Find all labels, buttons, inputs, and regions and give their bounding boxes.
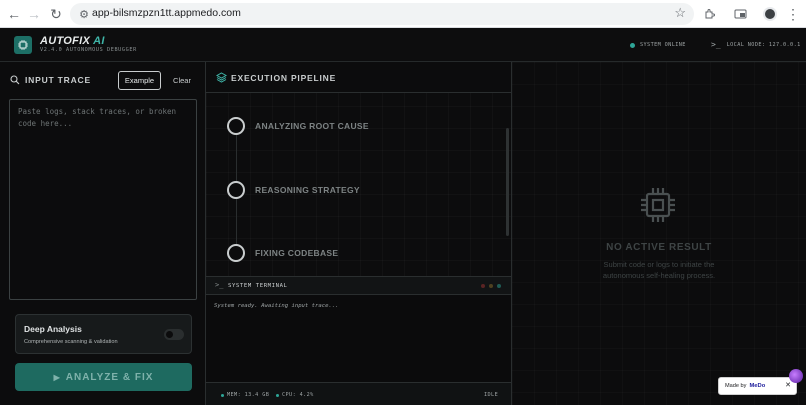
step-circle-icon bbox=[227, 244, 245, 262]
deep-analysis-title: Deep Analysis bbox=[24, 324, 82, 334]
step-label: ANALYZING ROOT CAUSE bbox=[255, 121, 369, 131]
forward-arrow-icon[interactable]: → bbox=[24, 4, 44, 24]
no-result-title: NO ACTIVE RESULT bbox=[606, 242, 712, 253]
terminal-header: >_ SYSTEM TERMINAL bbox=[206, 276, 511, 295]
terminal-dot-green bbox=[497, 284, 501, 288]
step-circle-icon bbox=[227, 117, 245, 135]
terminal-title: SYSTEM TERMINAL bbox=[228, 283, 288, 289]
bookmark-star-icon[interactable]: ☆ bbox=[674, 5, 686, 21]
pipeline-title: EXECUTION PIPELINE bbox=[231, 73, 337, 83]
mem-stat: MEM: 13.4 GB bbox=[221, 392, 269, 398]
no-result-subtitle: Submit code or logs to initiate the auto… bbox=[602, 260, 716, 280]
status-dot bbox=[630, 42, 635, 48]
idle-status: IDLE bbox=[484, 392, 499, 398]
medo-logo: MeDo bbox=[749, 383, 766, 389]
mem-text: MEM: 13.4 GB bbox=[227, 392, 270, 398]
url-text[interactable]: app-bilsmzpzn1tt.appmedo.com bbox=[92, 7, 241, 19]
analyze-fix-button[interactable]: ▶ ANALYZE & FIX bbox=[15, 363, 192, 391]
made-by-badge[interactable]: Made by MeDo ✕ bbox=[718, 377, 797, 395]
input-panel: INPUT TRACE Example Clear Deep Analysis … bbox=[0, 62, 206, 405]
terminal-prompt-icon: >_ bbox=[711, 40, 721, 49]
terminal-dot-yellow bbox=[489, 284, 493, 288]
pipeline-panel: EXECUTION PIPELINE ANALYZING ROOT CAUSE … bbox=[206, 62, 512, 405]
step-label: FIXING CODEBASE bbox=[255, 248, 339, 258]
cast-icon[interactable] bbox=[730, 4, 750, 24]
status-bar: MEM: 13.4 GB CPU: 4.2% IDLE bbox=[206, 382, 511, 405]
clear-button[interactable]: Clear bbox=[168, 71, 196, 90]
layers-icon bbox=[216, 72, 227, 83]
browser-toolbar: ← → ↻ ⚙ app-bilsmzpzn1tt.appmedo.com ☆ ⋮ bbox=[0, 0, 806, 28]
step-analyzing-root-cause: ANALYZING ROOT CAUSE bbox=[227, 117, 369, 135]
cpu-stat: CPU: 4.2% bbox=[276, 392, 314, 398]
cpu-dot bbox=[276, 393, 279, 397]
result-panel: NO ACTIVE RESULT Submit code or logs to … bbox=[512, 62, 806, 405]
chip-logo-icon bbox=[14, 36, 32, 54]
step-fixing-codebase: FIXING CODEBASE bbox=[227, 244, 338, 262]
close-icon[interactable]: ✕ bbox=[785, 381, 791, 389]
step-label: REASONING STRATEGY bbox=[255, 185, 360, 195]
extensions-icon[interactable] bbox=[700, 4, 720, 24]
trace-input[interactable] bbox=[9, 99, 197, 300]
cpu-chip-icon bbox=[641, 188, 675, 222]
deep-analysis-subtitle: Comprehensive scanning & validation bbox=[24, 339, 118, 345]
mem-dot bbox=[221, 393, 224, 397]
assistant-orb-icon[interactable] bbox=[789, 369, 803, 383]
pipeline-steps: ANALYZING ROOT CAUSE REASONING STRATEGY … bbox=[206, 93, 511, 276]
kebab-menu-icon[interactable]: ⋮ bbox=[783, 4, 803, 24]
deep-analysis-toggle[interactable] bbox=[164, 329, 184, 340]
terminal-log-line: System ready. Awaiting input trace... bbox=[214, 303, 339, 309]
terminal-prompt-icon: >_ bbox=[215, 281, 224, 289]
back-arrow-icon[interactable]: ← bbox=[4, 4, 24, 24]
profile-avatar[interactable] bbox=[760, 4, 780, 24]
step-circle-icon bbox=[227, 181, 245, 199]
system-status-text: SYSTEM ONLINE bbox=[640, 42, 686, 48]
brand-main: AUTOFIX bbox=[40, 35, 91, 47]
input-trace-title: INPUT TRACE bbox=[25, 75, 91, 85]
terminal-output: System ready. Awaiting input trace... bbox=[206, 295, 511, 382]
step-reasoning-strategy: REASONING STRATEGY bbox=[227, 181, 360, 199]
search-icon bbox=[10, 75, 20, 85]
play-icon: ▶ bbox=[53, 372, 61, 382]
local-node-text: LOCAL NODE: 127.0.0.1 bbox=[726, 41, 801, 48]
pipeline-scrollbar[interactable] bbox=[506, 128, 509, 236]
terminal-dot-red bbox=[481, 284, 485, 288]
made-by-text: Made by bbox=[725, 383, 747, 389]
site-settings-icon[interactable]: ⚙ bbox=[76, 6, 92, 22]
pipeline-header: EXECUTION PIPELINE bbox=[206, 62, 511, 93]
cpu-text: CPU: 4.2% bbox=[282, 392, 314, 398]
app-brand: AUTOFIX AI bbox=[40, 35, 105, 47]
toggle-knob bbox=[166, 331, 173, 338]
system-status: SYSTEM ONLINE bbox=[630, 42, 686, 48]
reload-icon[interactable]: ↻ bbox=[46, 4, 66, 24]
input-header: INPUT TRACE bbox=[10, 75, 91, 85]
version-label: V2.4.0 AUTONOMOUS DEBUGGER bbox=[40, 47, 137, 53]
deep-analysis-card: Deep Analysis Comprehensive scanning & v… bbox=[15, 314, 192, 354]
address-bar[interactable]: ⚙ app-bilsmzpzn1tt.appmedo.com ☆ bbox=[70, 3, 694, 25]
example-button[interactable]: Example bbox=[118, 71, 161, 90]
analyze-fix-label: ANALYZE & FIX bbox=[65, 371, 154, 383]
local-node: >_ LOCAL NODE: 127.0.0.1 bbox=[711, 40, 801, 49]
brand-accent: AI bbox=[93, 35, 105, 47]
app-header: AUTOFIX AI V2.4.0 AUTONOMOUS DEBUGGER SY… bbox=[0, 28, 806, 62]
